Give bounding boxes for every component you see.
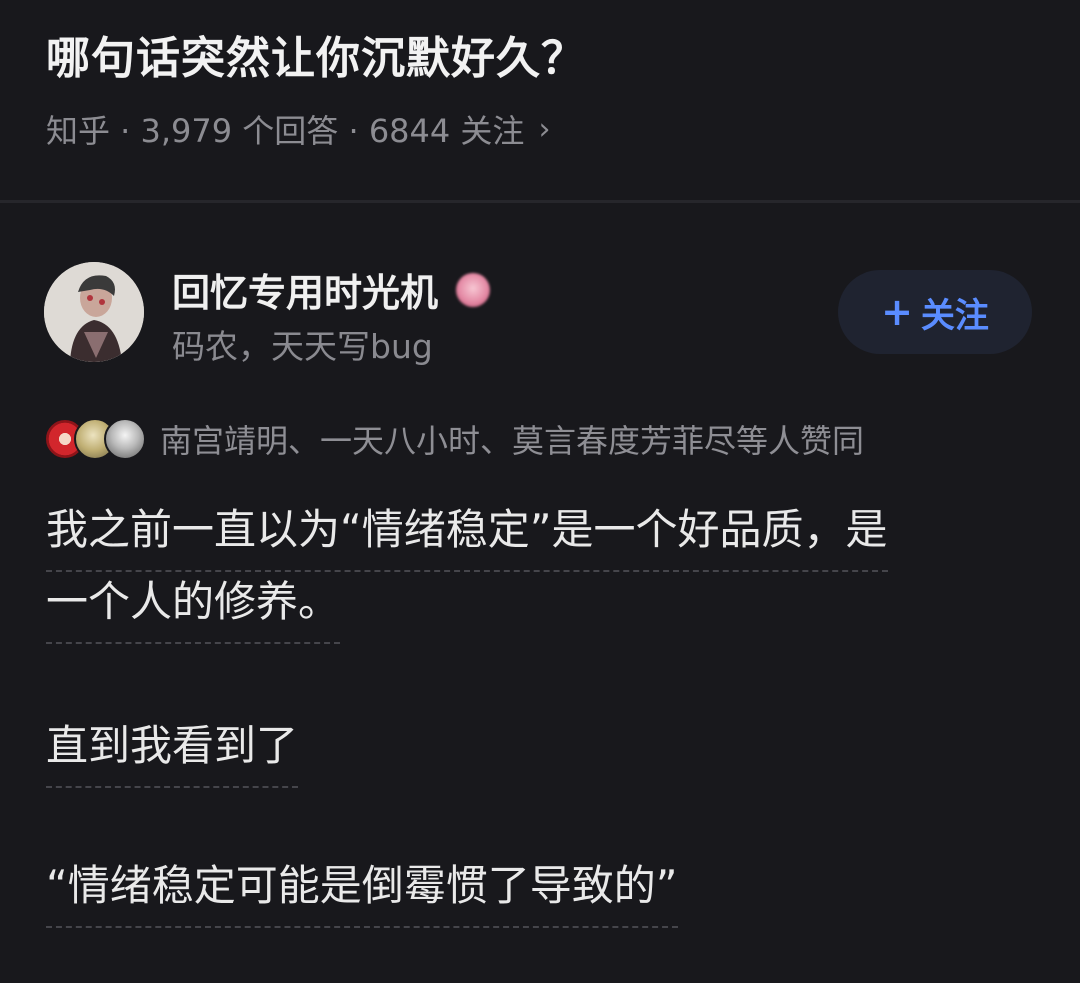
- author-bio: 码农，天天写bug: [172, 327, 433, 366]
- answer-line: 我之前一直以为“情绪稳定”是一个好品质，是: [46, 500, 888, 572]
- follow-button[interactable]: + 关注: [838, 270, 1032, 354]
- badge-icon: [456, 272, 491, 307]
- avatar-image: [44, 262, 144, 362]
- answer-paragraph: “情绪稳定可能是倒霉惯了导致的”: [46, 856, 678, 928]
- question-meta[interactable]: 知乎 · 3,979 个回答 · 6844 关注 ›: [46, 106, 550, 152]
- author-name[interactable]: 回忆专用时光机: [172, 262, 491, 317]
- chevron-right-icon: ›: [538, 111, 551, 147]
- upvoters-row[interactable]: 南宫靖明、一天八小时、莫言春度芳菲尽等人赞同: [44, 416, 864, 462]
- follow-label: 关注: [920, 295, 989, 336]
- answer-paragraph: 直到我看到了: [46, 716, 299, 788]
- answer-line: 直到我看到了: [46, 716, 299, 788]
- author-name-text: 回忆专用时光机: [172, 271, 439, 315]
- answer-page: 哪句话突然让你沉默好久？ 知乎 · 3,979 个回答 · 6844 关注 › …: [0, 0, 1080, 983]
- question-meta-text: 知乎 · 3,979 个回答 · 6844 关注: [46, 112, 525, 150]
- question-title[interactable]: 哪句话突然让你沉默好久？: [46, 22, 586, 86]
- answer-line: “情绪稳定可能是倒霉惯了导致的”: [46, 856, 678, 928]
- upvoter-avatar: [104, 418, 146, 460]
- plus-icon: +: [881, 290, 913, 334]
- answer-paragraph: 我之前一直以为“情绪稳定”是一个好品质，是 一个人的修养。: [46, 500, 888, 644]
- section-divider: [0, 200, 1080, 203]
- author-avatar[interactable]: [44, 262, 144, 362]
- upvoters-text: 南宫靖明、一天八小时、莫言春度芳菲尽等人赞同: [160, 422, 865, 460]
- answer-line: 一个人的修养。: [46, 572, 341, 644]
